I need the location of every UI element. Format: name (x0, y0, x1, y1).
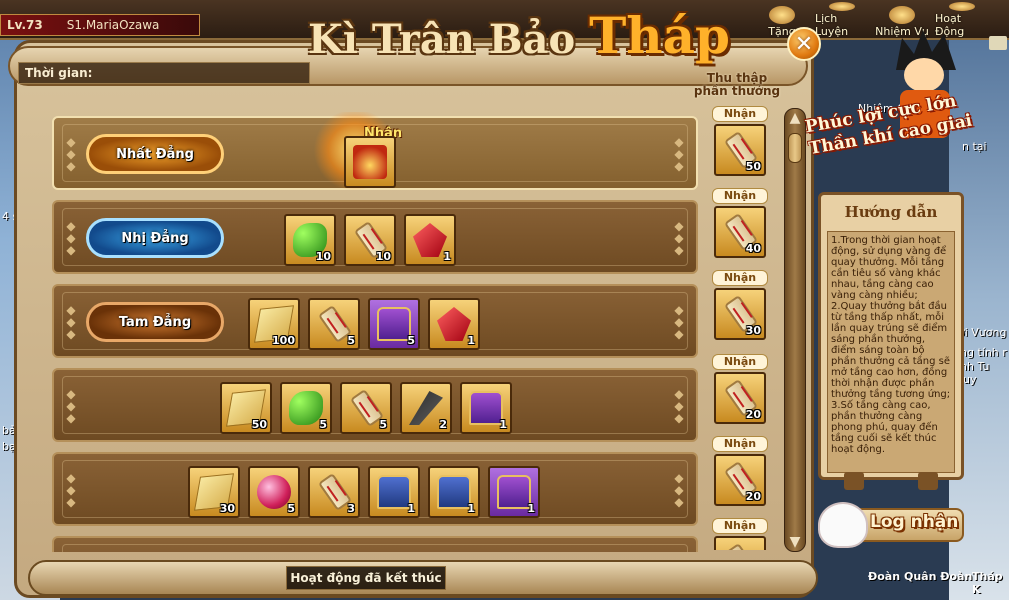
status-message: Hoạt động đã kết thúc (286, 566, 446, 590)
reward-item[interactable]: 5 (368, 298, 420, 350)
collect-slot[interactable]: Nhận 20 (702, 354, 778, 434)
event-icon (949, 2, 975, 11)
reward-item[interactable]: 10 (284, 214, 336, 266)
scroll-icon (723, 542, 759, 550)
guide-clip (844, 472, 864, 490)
player-level: Lv.73 (7, 18, 43, 32)
red-orb-icon (257, 475, 291, 509)
collect-title: Thu thập phần thưởng (693, 71, 781, 98)
log-button[interactable]: Log nhận (818, 490, 966, 552)
collect-slot[interactable]: Nhận 40 (702, 188, 778, 268)
reward-item[interactable]: 5 (340, 382, 392, 434)
guide-clip (918, 472, 938, 490)
time-value (97, 69, 297, 79)
reward-item[interactable]: 1 (460, 382, 512, 434)
bottom-nav-1[interactable]: Đoàn (868, 570, 900, 583)
collect-tag[interactable]: Nhận (712, 518, 768, 534)
side-text-right-2: ng tính r (960, 346, 1007, 359)
tier-row-3: ◆ ◆ ◆ ◆ ◆ ◆ Tam Đẳng 100 5 5 1 (52, 284, 698, 358)
reward-item[interactable]: 1 (428, 298, 480, 350)
time-box: Thời gian: (18, 62, 310, 84)
reward-item[interactable]: 1 (488, 466, 540, 518)
senzu-bean-icon (289, 391, 323, 425)
rank-badge-1: Nhất Đẳng (86, 134, 224, 174)
collect-rewards-column: Nhận 50 Nhận 40 Nhận 30 Nhận 20 Nhận 20 Nhận (702, 104, 778, 550)
nav-training[interactable]: Lịch Luyện (815, 2, 869, 38)
mail-icon[interactable] (989, 36, 1007, 50)
scrollbar[interactable]: ▲ ▼ (784, 108, 806, 552)
bottom-nav-3[interactable]: Tháp K (972, 570, 1009, 596)
guide-panel: Hướng dẫn 1.Trong thời gian hoạt động, s… (818, 192, 964, 480)
red-gem-icon (437, 307, 471, 341)
purple-chest-icon (469, 391, 503, 425)
scroll-down-icon[interactable]: ▼ (786, 533, 804, 551)
player-info[interactable]: Lv.73 S1.MariaOzawa (0, 14, 200, 36)
reward-item[interactable] (344, 136, 396, 188)
reward-item[interactable]: 5 (308, 298, 360, 350)
reward-item[interactable]: 2 (400, 382, 452, 434)
tier-row-2: ◆ ◆ ◆ ◆ ◆ ◆ Nhị Đẳng 10 10 1 (52, 200, 698, 274)
rank-badge-3: Tam Đẳng (86, 302, 224, 342)
collect-tag[interactable]: Nhận (712, 354, 768, 370)
reward-item[interactable]: 30 (188, 466, 240, 518)
tier-row-4: ◆ ◆ ◆ ◆ ◆ ◆ 50 5 5 2 1 (52, 368, 698, 442)
reward-item[interactable]: 3 (308, 466, 360, 518)
purple-chest-icon (377, 307, 411, 341)
player-name: S1.MariaOzawa (66, 18, 160, 32)
tier-list: ◆ ◆ ◆ ◆ ◆ ◆ Nhất Đẳng Nhận ◆ ◆ ◆ ◆ ◆ ◆ Nhị Đẳng … (52, 112, 698, 552)
collect-tag[interactable]: Nhận (712, 436, 768, 452)
time-label: Thời gian: (25, 66, 93, 80)
collect-tag[interactable]: Nhận (712, 188, 768, 204)
tier-row-1: ◆ ◆ ◆ ◆ ◆ ◆ Nhất Đẳng Nhận (52, 112, 698, 190)
treasure-chest-icon (353, 145, 387, 179)
close-icon: ✕ (794, 31, 814, 57)
blue-chest-icon (377, 475, 411, 509)
side-text-right-1: ời Vương (958, 326, 1007, 339)
side-text-right-3: nh Tu luy (960, 360, 990, 386)
reward-item[interactable]: 1 (428, 466, 480, 518)
log-button-label: Log nhận (870, 512, 959, 532)
tier-row-5: ◆ ◆ ◆ ◆ ◆ ◆ 30 5 3 1 1 1 (52, 452, 698, 526)
collect-slot[interactable]: Nhận 20 (702, 436, 778, 516)
reward-item[interactable]: 5 (248, 466, 300, 518)
collect-tag[interactable]: Nhận (712, 106, 768, 122)
reward-item[interactable]: 100 (248, 298, 300, 350)
dark-blade-icon (409, 391, 443, 425)
reward-item[interactable]: 50 (220, 382, 272, 434)
scroll-up-icon[interactable]: ▲ (786, 109, 804, 127)
quest-icon (889, 6, 915, 24)
reward-item[interactable]: 1 (404, 214, 456, 266)
purple-chest-icon (497, 475, 531, 509)
training-icon (829, 2, 855, 11)
reward-item[interactable]: 1 (368, 466, 420, 518)
collect-slot[interactable]: Nhận 50 (702, 106, 778, 186)
close-button[interactable]: ✕ (787, 27, 821, 61)
side-text-right-4: n tại (962, 140, 987, 153)
event-title: Kì Trân Bảo Tháp (308, 6, 731, 65)
bottom-nav-2[interactable]: Quân Đoàn (904, 570, 972, 583)
collect-slot[interactable]: Nhận (702, 518, 778, 550)
guide-text: 1.Trong thời gian hoạt động, sử dụng vàn… (827, 231, 955, 473)
collect-tag[interactable]: Nhận (712, 270, 768, 286)
scroll-thumb[interactable] (788, 133, 802, 163)
reward-item[interactable]: 10 (344, 214, 396, 266)
red-gem-icon (413, 223, 447, 257)
tier-row-6 (52, 536, 698, 552)
guide-title: Hướng dẫn (844, 203, 938, 221)
blue-chest-icon (437, 475, 471, 509)
collect-slot[interactable]: Nhận 30 (702, 270, 778, 350)
rank-badge-2: Nhị Đẳng (86, 218, 224, 258)
gift-icon (769, 6, 795, 24)
cat-mascot-icon (818, 502, 868, 548)
reward-item[interactable]: 5 (280, 382, 332, 434)
